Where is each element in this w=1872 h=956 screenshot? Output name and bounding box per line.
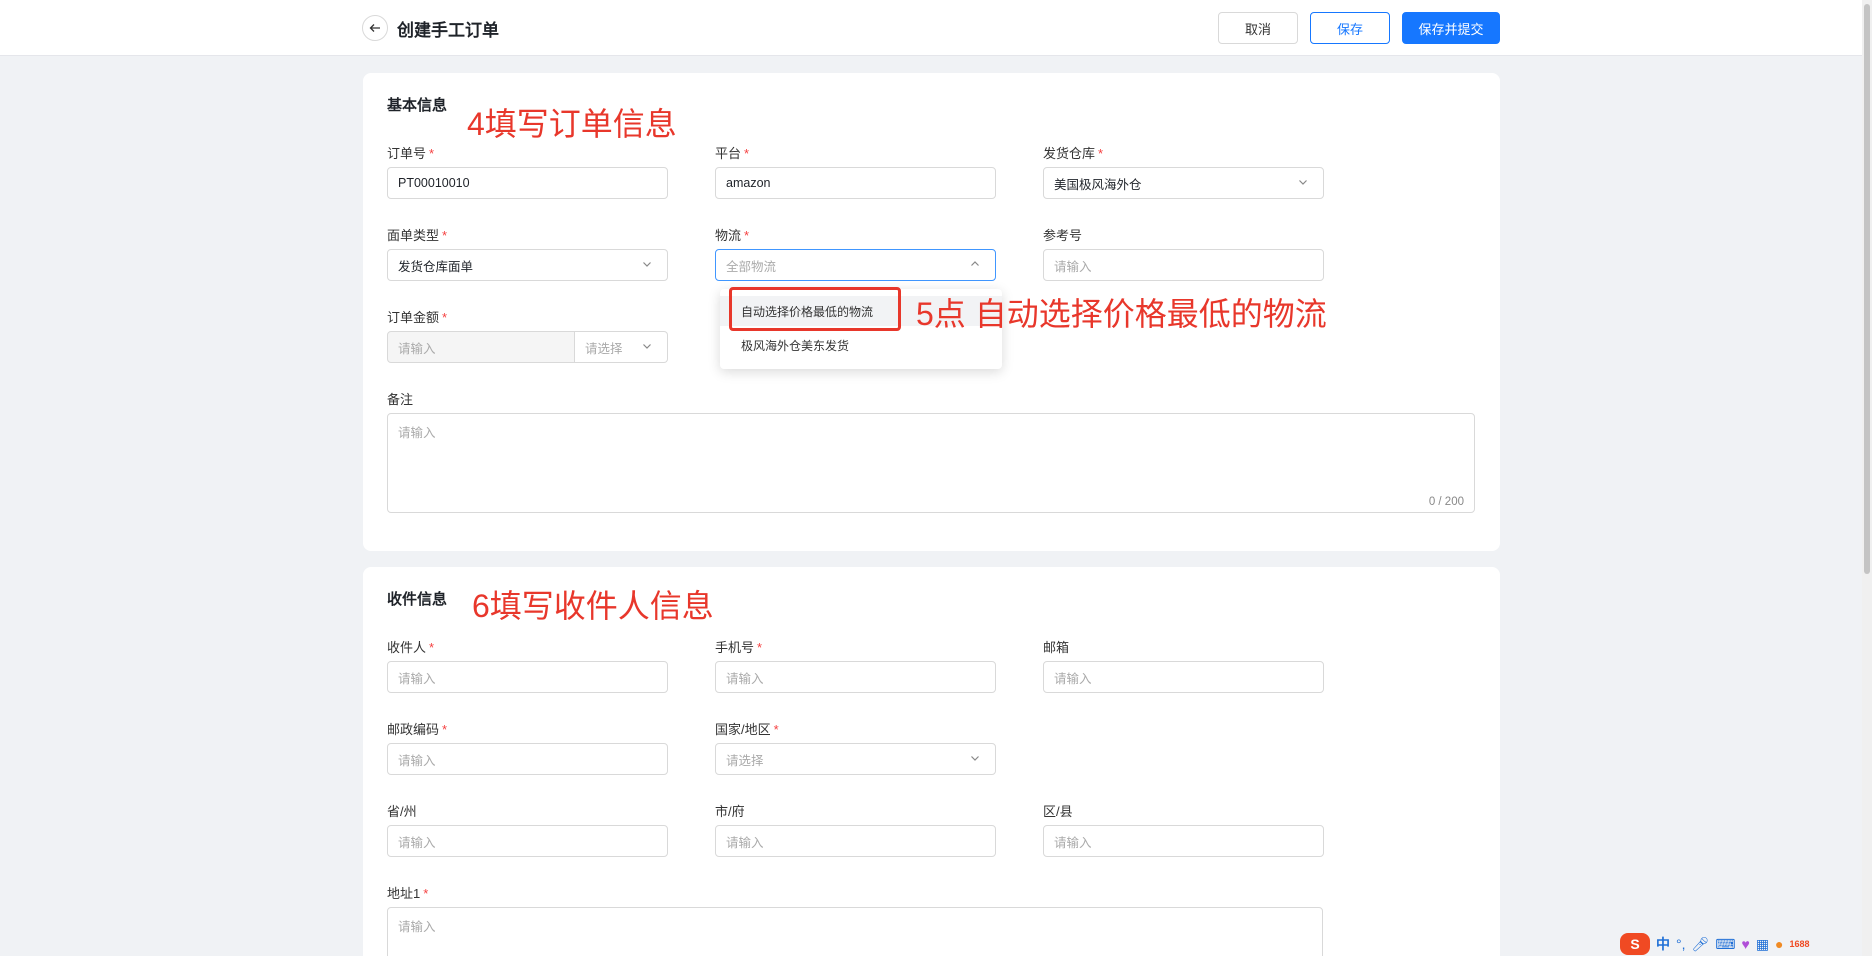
country-placeholder: 请选择 [726,753,764,768]
city-label: 市/府 [715,804,745,819]
country-label: 国家/地区 * [715,722,779,737]
email-input[interactable]: 请输入 [1043,661,1324,693]
skin-icon[interactable]: ♥ [1742,936,1750,952]
label-type-value: 发货仓库面单 [398,259,474,274]
chevron-down-icon [641,340,655,354]
page-scrollbar[interactable] [1862,0,1872,956]
city-input[interactable]: 请输入 [715,825,996,857]
chevron-up-icon [969,258,983,272]
punctuation-icon[interactable]: °, [1676,936,1686,952]
save-and-submit-button[interactable]: 保存并提交 [1402,12,1500,44]
phone-label: 手机号 * [715,640,763,655]
province-label: 省/州 [387,804,417,819]
address1-placeholder: 请输入 [398,920,436,934]
order-no-input[interactable]: PT00010010 [387,167,668,199]
warehouse-label: 发货仓库 * [1043,146,1104,161]
cancel-button[interactable]: 取消 [1218,12,1298,44]
logistics-label: 物流 * [715,228,750,243]
email-label: 邮箱 [1043,640,1070,655]
logistics-select[interactable]: 全部物流 [715,249,996,281]
mascot-icon[interactable]: ● [1775,936,1783,952]
chevron-down-icon [1297,176,1311,190]
microphone-icon[interactable]: 🎤︎ [1692,936,1710,953]
amount-label: 订单金额 * [387,310,448,325]
receiver-name-input[interactable]: 请输入 [387,661,668,693]
zip-input[interactable]: 请输入 [387,743,668,775]
page-header: 创建手工订单 取消 保存 保存并提交 [0,0,1862,56]
keyboard-icon[interactable]: ⌨ [1715,936,1735,953]
order-no-label: 订单号 * [387,146,435,161]
chevron-down-icon [641,258,655,272]
remark-placeholder: 请输入 [398,426,436,440]
annotation-highlight-box [729,287,901,331]
sogou-logo-icon[interactable]: S [1620,933,1650,955]
currency-select[interactable]: 请选择 [575,331,668,363]
label-type-label: 面单类型 * [387,228,448,243]
district-label: 区/县 [1043,804,1073,819]
reference-label: 参考号 [1043,228,1083,243]
scrollbar-thumb[interactable] [1864,4,1870,574]
page-title: 创建手工订单 [397,21,499,40]
platform-input[interactable]: amazon [715,167,996,199]
district-input[interactable]: 请输入 [1043,825,1324,857]
alibaba-1688-icon[interactable]: 1688 [1790,939,1810,949]
label-type-select[interactable]: 发货仓库面单 [387,249,668,281]
remark-label: 备注 [387,392,414,407]
toolbox-icon[interactable]: ▦ [1756,936,1769,953]
remark-textarea[interactable]: 请输入 0 / 200 [387,413,1475,513]
annotation-select-cheapest: 5点 自动选择价格最低的物流 [916,296,1327,332]
currency-placeholder: 请选择 [585,341,623,356]
warehouse-value: 美国极风海外仓 [1054,177,1142,192]
platform-label: 平台 * [715,146,750,161]
province-input[interactable]: 请输入 [387,825,668,857]
ime-lang-indicator[interactable]: 中 [1656,934,1670,954]
annotation-fill-order: 4填写订单信息 [467,106,677,142]
phone-input[interactable]: 请输入 [715,661,996,693]
address1-textarea[interactable]: 请输入 [387,907,1323,956]
remark-char-counter: 0 / 200 [1428,496,1464,508]
logistics-placeholder: 全部物流 [726,259,777,274]
ime-toolbar[interactable]: S 中 °, 🎤︎ ⌨ ♥ ▦ ● 1688 [1620,932,1810,956]
save-button[interactable]: 保存 [1310,12,1390,44]
receiver-info-title: 收件信息 [387,591,448,608]
reference-input[interactable]: 请输入 [1043,249,1324,281]
address1-label: 地址1 * [387,886,429,901]
basic-info-title: 基本信息 [387,97,448,114]
country-select[interactable]: 请选择 [715,743,996,775]
receiver-name-label: 收件人 * [387,640,435,655]
warehouse-select[interactable]: 美国极风海外仓 [1043,167,1324,199]
back-arrow-icon[interactable] [362,15,388,41]
zip-label: 邮政编码 * [387,722,448,737]
annotation-fill-receiver: 6填写收件人信息 [472,588,714,624]
chevron-down-icon [969,752,983,766]
amount-input[interactable]: 请输入 [387,331,575,363]
